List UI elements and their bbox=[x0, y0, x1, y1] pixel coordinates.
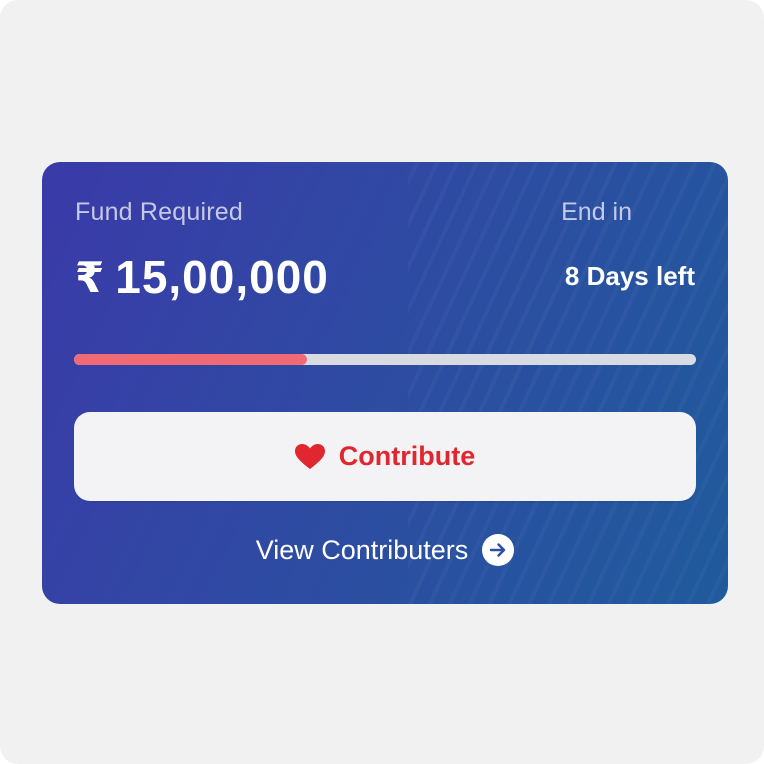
fund-amount: ₹ 15,00,000 bbox=[75, 250, 329, 304]
fund-required-label: Fund Required bbox=[75, 198, 243, 226]
arrow-right-circle-icon bbox=[482, 534, 515, 566]
currency-symbol: ₹ bbox=[75, 252, 106, 302]
funding-progress-bar bbox=[74, 354, 696, 365]
fundraiser-card: Fund Required ₹ 15,00,000 End in 8 Days … bbox=[42, 162, 728, 604]
fund-amount-value: 15,00,000 bbox=[115, 251, 329, 303]
contribute-button[interactable]: Contribute bbox=[74, 412, 696, 501]
page-background: Fund Required ₹ 15,00,000 End in 8 Days … bbox=[0, 0, 764, 764]
end-in-label: End in bbox=[561, 198, 632, 226]
view-contributers-label: View Contributers bbox=[255, 534, 469, 565]
funding-progress-fill bbox=[74, 354, 308, 365]
heart-icon bbox=[294, 443, 325, 470]
contribute-label: Contribute bbox=[338, 441, 476, 471]
view-contributers-link[interactable]: View Contributers bbox=[42, 534, 728, 566]
days-left-value: 8 Days left bbox=[564, 261, 695, 291]
